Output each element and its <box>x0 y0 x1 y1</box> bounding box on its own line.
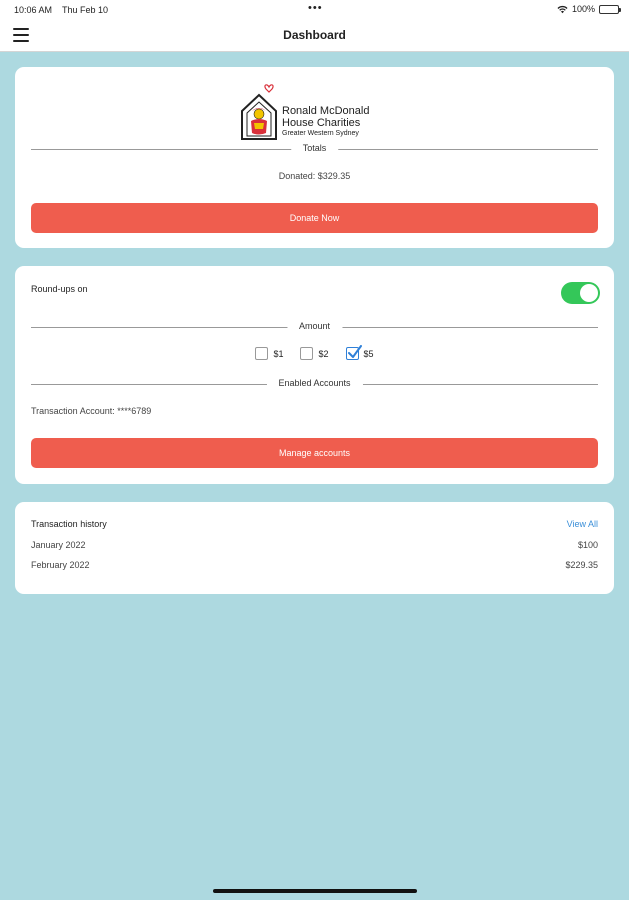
donated-total: Donated: $329.35 <box>278 171 351 181</box>
charity-logo: Ronald McDonald House Charities Greater … <box>239 81 399 141</box>
navigation-bar: Dashboard <box>0 20 629 52</box>
history-row[interactable]: February 2022 $229.35 <box>31 560 598 570</box>
multitasking-dots-icon[interactable]: ••• <box>308 2 323 14</box>
history-amount: $100 <box>577 540 598 550</box>
toggle-knob <box>580 284 598 302</box>
amount-2-label: $2 <box>318 348 329 359</box>
donation-card: Ronald McDonald House Charities Greater … <box>15 67 614 248</box>
amount-options: $1 $2 $5 <box>15 345 614 360</box>
transaction-account: Transaction Account: ****6789 <box>31 406 152 416</box>
status-date: Thu Feb 10 <box>62 5 109 15</box>
amount-5-label: $5 <box>363 348 374 359</box>
totals-divider: Totals <box>31 143 598 155</box>
page-title: Dashboard <box>283 28 346 42</box>
logo-text: Ronald McDonald House Charities Greater … <box>282 105 369 138</box>
manage-accounts-button[interactable]: Manage accounts <box>31 438 598 468</box>
status-right: 100% <box>557 4 621 14</box>
history-amount: $229.35 <box>565 560 598 570</box>
roundups-card: Round-ups on Amount $1 $2 $5 Enabled Acc… <box>15 266 614 484</box>
transaction-history-card: Transaction history View All January 202… <box>15 502 614 594</box>
donate-now-button[interactable]: Donate Now <box>31 203 598 233</box>
enabled-accounts-divider: Enabled Accounts <box>31 378 598 390</box>
logo-line-1: Ronald McDonald <box>282 105 370 117</box>
battery-icon <box>599 4 621 14</box>
amount-option-2[interactable]: $2 <box>300 347 329 360</box>
enabled-accounts-label: Enabled Accounts <box>266 378 363 388</box>
status-bar: 10:06 AM Thu Feb 10 ••• 100% <box>0 0 629 20</box>
status-time: 10:06 AM <box>14 5 53 15</box>
roundups-label: Round-ups on <box>31 284 88 294</box>
history-month: January 2022 <box>31 540 86 550</box>
home-indicator[interactable] <box>213 889 417 893</box>
amount-1-label: $1 <box>273 348 284 359</box>
totals-label: Totals <box>290 143 339 153</box>
amount-divider: Amount <box>31 321 598 333</box>
checkmark-icon <box>347 345 362 358</box>
ronald-mcdonald-house-logo-icon <box>241 84 277 140</box>
battery-percentage: 100% <box>571 4 595 14</box>
history-month: February 2022 <box>31 560 90 570</box>
logo-line-2: House Charities <box>282 117 361 129</box>
amount-label: Amount <box>286 321 343 331</box>
amount-1-checkbox[interactable] <box>255 347 269 360</box>
amount-5-checkbox[interactable] <box>345 345 362 360</box>
roundups-toggle[interactable] <box>561 282 600 304</box>
transaction-history-title: Transaction history <box>31 519 107 529</box>
history-row[interactable]: January 2022 $100 <box>31 540 598 550</box>
amount-2-checkbox[interactable] <box>300 347 314 360</box>
amount-option-5[interactable]: $5 <box>345 345 374 360</box>
wifi-icon <box>557 5 568 13</box>
amount-option-1[interactable]: $1 <box>255 347 283 360</box>
view-all-link[interactable]: View All <box>567 519 598 529</box>
logo-line-3: Greater Western Sydney <box>282 130 359 137</box>
